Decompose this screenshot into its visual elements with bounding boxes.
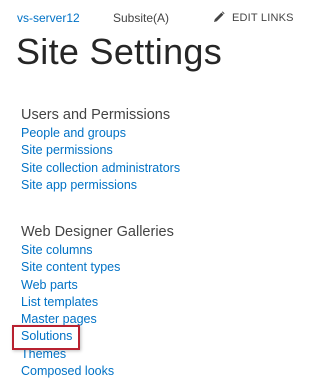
link-solutions[interactable]: Solutions (21, 328, 174, 345)
page-title: Site Settings (16, 31, 223, 72)
link-site-collection-administrators[interactable]: Site collection administrators (21, 160, 180, 177)
galleries-link-list: Site columns Site content types Web part… (21, 242, 174, 380)
link-site-app-permissions[interactable]: Site app permissions (21, 177, 180, 194)
link-master-pages[interactable]: Master pages (21, 311, 174, 328)
section-heading-users: Users and Permissions (21, 107, 171, 123)
top-breadcrumb-bar: vs-server12 Subsite(A) EDIT LINKS (0, 0, 313, 30)
users-and-permissions-section: Users and Permissions People and groups … (21, 105, 180, 194)
breadcrumb-subsite-link[interactable]: Subsite(A) (113, 10, 169, 26)
link-people-and-groups[interactable]: People and groups (21, 125, 180, 142)
link-web-parts[interactable]: Web parts (21, 277, 174, 294)
edit-links-label: EDIT LINKS (232, 12, 294, 24)
section-heading-galleries: Web Designer Galleries (21, 224, 174, 240)
link-site-permissions[interactable]: Site permissions (21, 142, 180, 159)
link-composed-looks[interactable]: Composed looks (21, 363, 174, 380)
link-site-content-types[interactable]: Site content types (21, 259, 174, 276)
breadcrumb-site-link[interactable]: vs-server12 (17, 10, 80, 26)
web-designer-galleries-section: Web Designer Galleries Site columns Site… (21, 222, 174, 380)
users-link-list: People and groups Site permissions Site … (21, 125, 180, 194)
link-themes[interactable]: Themes (21, 346, 174, 363)
pencil-icon (214, 11, 225, 22)
link-site-columns[interactable]: Site columns (21, 242, 174, 259)
link-list-templates[interactable]: List templates (21, 294, 174, 311)
